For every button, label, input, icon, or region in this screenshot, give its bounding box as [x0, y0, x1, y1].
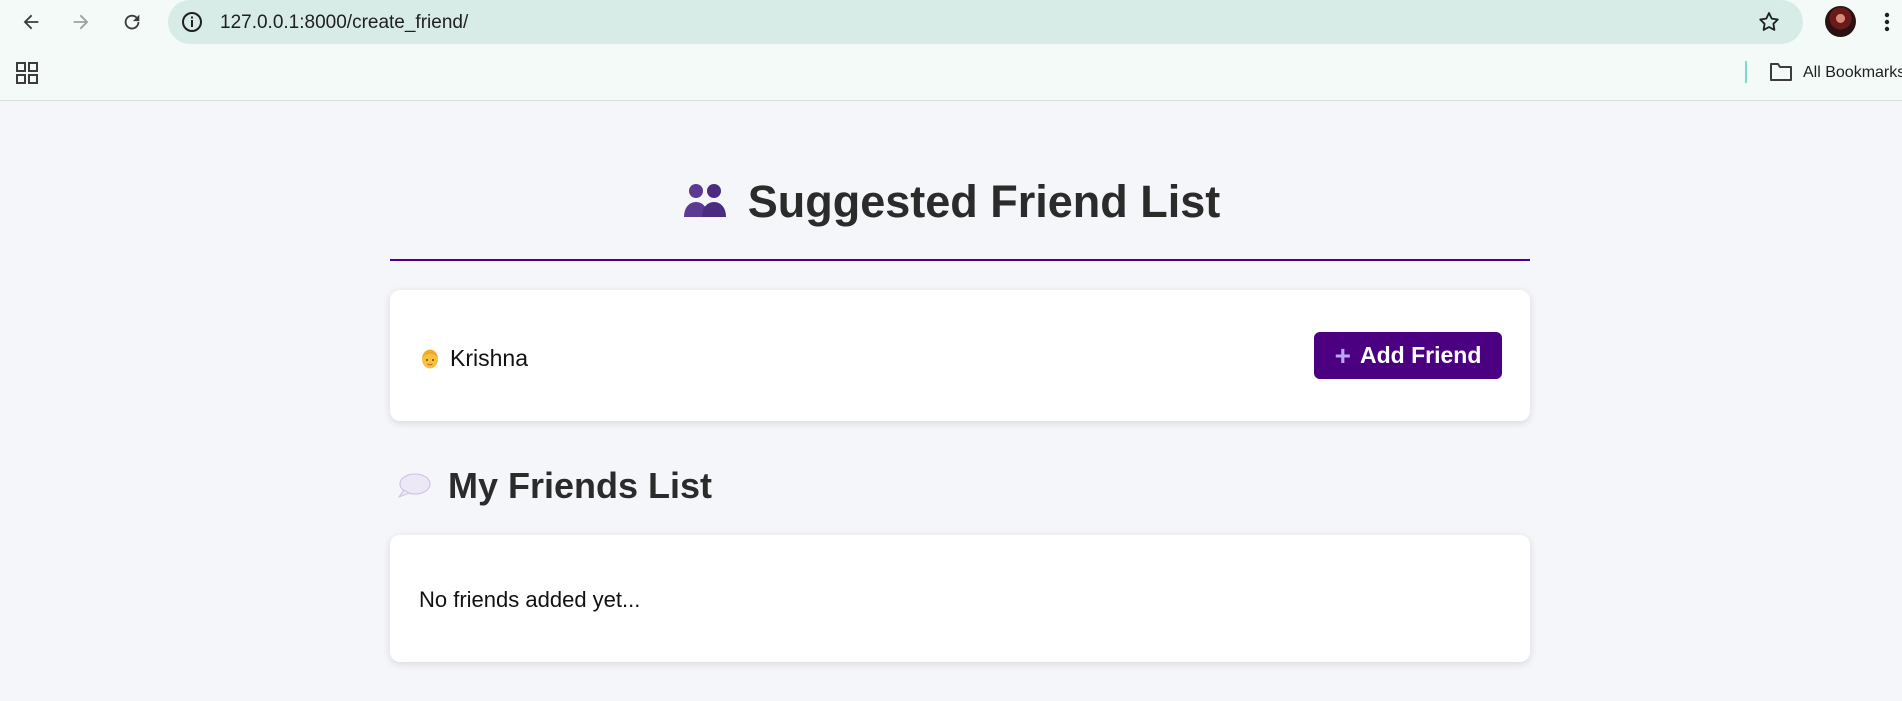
page-title-text: Suggested Friend List	[747, 176, 1221, 227]
address-bar[interactable]: 127.0.0.1:8000/create_friend/	[168, 0, 1803, 44]
forward-button[interactable]	[67, 8, 95, 36]
reload-button[interactable]	[118, 8, 146, 36]
all-bookmarks-link[interactable]: All Bookmarks	[1803, 64, 1902, 82]
info-icon[interactable]	[180, 10, 204, 34]
plus-icon: +	[1334, 339, 1351, 371]
url-text[interactable]: 127.0.0.1:8000/create_friend/	[220, 12, 468, 34]
apps-grid-icon[interactable]	[16, 62, 38, 84]
forward-arrow-icon	[73, 14, 89, 30]
my-friends-card: No friends added yet...	[390, 535, 1530, 662]
more-menu-icon[interactable]	[1880, 10, 1894, 34]
friend-name: Krishna	[450, 345, 528, 371]
empty-friends-message: No friends added yet...	[419, 587, 641, 612]
speech-bubble-icon	[398, 473, 431, 498]
title-divider	[390, 259, 1530, 261]
back-button[interactable]	[17, 8, 45, 36]
profile-avatar[interactable]	[1825, 6, 1856, 37]
bookmark-star-icon[interactable]	[1757, 10, 1781, 34]
browser-toolbar: 127.0.0.1:8000/create_friend/	[0, 0, 1902, 44]
people-icon	[682, 178, 728, 230]
folder-icon[interactable]	[1769, 61, 1793, 83]
back-arrow-icon	[23, 14, 39, 30]
add-friend-button[interactable]: + Add Friend	[1314, 332, 1502, 379]
suggested-friend-card: Krishna + Add Friend	[390, 290, 1530, 421]
my-friends-heading: My Friends List	[396, 465, 712, 507]
page-title: Suggested Friend List	[0, 176, 1902, 230]
suggested-friend: Krishna	[420, 345, 528, 372]
person-emoji-icon	[422, 349, 438, 368]
my-friends-title: My Friends List	[448, 465, 713, 506]
bookmarks-separator	[1745, 61, 1747, 83]
add-friend-label: Add Friend	[1359, 342, 1482, 368]
reload-icon	[124, 14, 140, 30]
bookmarks-bar: All Bookmarks	[0, 44, 1902, 101]
